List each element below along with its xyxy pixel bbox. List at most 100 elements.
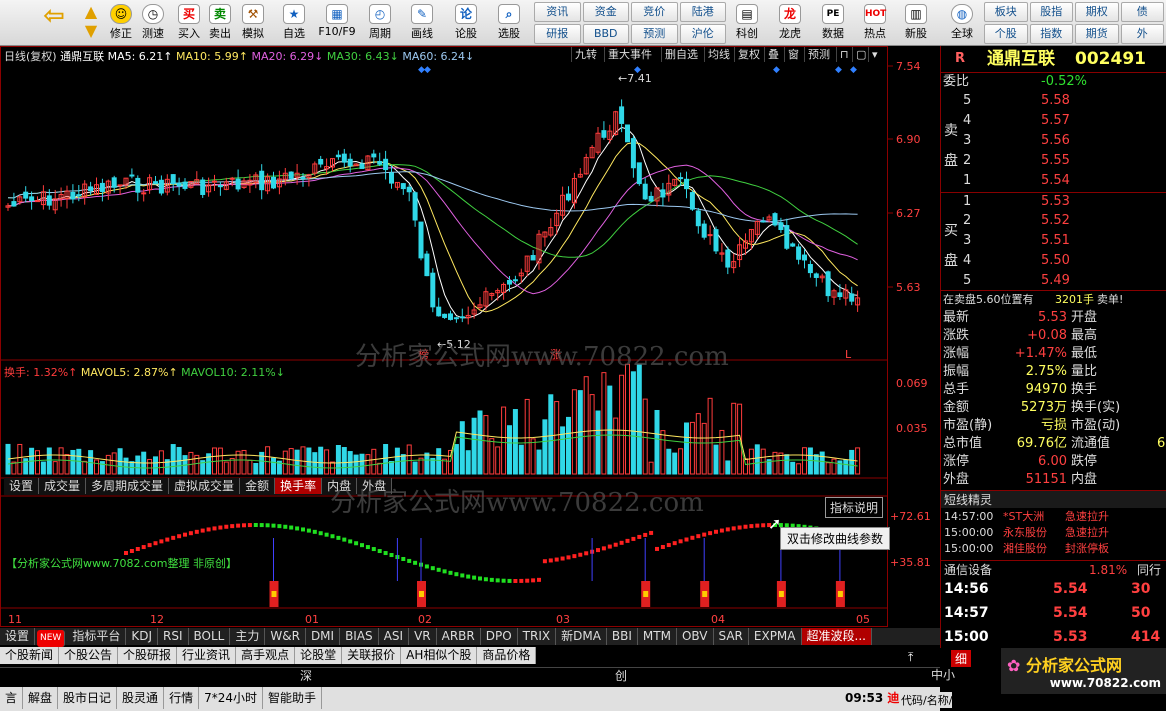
- ind-tab-13[interactable]: DPO: [481, 628, 518, 645]
- ind-tab-8[interactable]: DMI: [306, 628, 341, 645]
- select-button[interactable]: ⌕ 选股: [492, 0, 526, 46]
- predict-button[interactable]: ◷ 测速: [138, 0, 168, 46]
- f10-button[interactable]: ▦ F10/F9: [314, 0, 360, 46]
- grid-zixun[interactable]: 资讯: [534, 2, 581, 22]
- ind-tab-3[interactable]: KDJ: [126, 628, 159, 645]
- new-stock-button[interactable]: ▥ 新股: [900, 0, 932, 46]
- grid-zhai[interactable]: 债: [1120, 2, 1164, 22]
- volume-bar: [288, 448, 294, 475]
- code-search-label[interactable]: 代码/名称/: [901, 692, 953, 708]
- self-button[interactable]: ★ 自选: [278, 0, 310, 46]
- bottom-item-3[interactable]: 股灵通: [117, 687, 165, 709]
- grid-hulun[interactable]: 沪伦: [679, 24, 726, 44]
- elite-title: 短线精灵: [944, 493, 993, 507]
- bottom-item-6[interactable]: 智能助手: [263, 687, 322, 709]
- ind-tab-6[interactable]: 主力: [230, 628, 266, 645]
- grid-qiquan[interactable]: 期权: [1075, 2, 1119, 22]
- info-tab-3[interactable]: 行业资讯: [177, 647, 237, 664]
- ind-tab-18[interactable]: OBV: [677, 628, 714, 645]
- info-tab-7[interactable]: AH相似个股: [401, 647, 478, 664]
- bottom-item-2[interactable]: 股市日记: [58, 687, 118, 709]
- ind-tab-12[interactable]: ARBR: [437, 628, 481, 645]
- dragon-button[interactable]: 龙龙虎: [774, 0, 806, 46]
- period-button[interactable]: ◴ 周期: [364, 0, 396, 46]
- info-tab-1[interactable]: 个股公告: [59, 647, 119, 664]
- bid-level: 4: [963, 253, 972, 268]
- bottom-item-5[interactable]: 7*24小时: [199, 687, 263, 709]
- grid-zijin[interactable]: 资金: [582, 2, 629, 22]
- elite-stock: 永东股份: [1003, 526, 1047, 539]
- volume-bar: [153, 456, 158, 475]
- back-button[interactable]: ⇦: [38, 0, 70, 46]
- bottom-item-4[interactable]: 行情: [164, 687, 200, 709]
- volume-bar: [406, 444, 412, 475]
- grid-wai[interactable]: 外: [1120, 24, 1164, 44]
- ind-tab-16[interactable]: BBI: [607, 628, 638, 645]
- sell-button[interactable]: 卖卖出: [206, 0, 234, 46]
- volume-bar: [601, 372, 607, 475]
- ind-tab-2[interactable]: 指标平台: [67, 628, 127, 645]
- info-tab-6[interactable]: 关联报价: [342, 647, 402, 664]
- vol-tab-volume[interactable]: 成交量: [39, 478, 87, 494]
- grid-bankuai[interactable]: 板块: [984, 2, 1028, 22]
- bottom-item-1[interactable]: 解盘: [23, 687, 59, 709]
- up-down-buttons[interactable]: ▲ ▼: [78, 0, 104, 46]
- ind-tab-0[interactable]: 设置: [0, 628, 36, 645]
- ind-tab-19[interactable]: SAR: [714, 628, 749, 645]
- ind-tab-17[interactable]: MTM: [638, 628, 677, 645]
- global-button[interactable]: ◍ 全球: [942, 0, 982, 46]
- grid-gegu[interactable]: 个股: [984, 24, 1028, 44]
- chart-area[interactable]: 日线(复权) 通鼎互联 MA5: 6.21↑ MA10: 5.99↑ MA20:…: [0, 46, 940, 628]
- elite-item[interactable]: 14:57:00 *ST大洲 急速拉升: [941, 509, 1166, 525]
- vol-tab-settings[interactable]: 设置: [4, 478, 40, 494]
- vol-tab-virtual[interactable]: 虚拟成交量: [169, 478, 241, 494]
- volume-bar: [660, 430, 666, 475]
- hot-button[interactable]: HOT 热点: [858, 0, 892, 46]
- ind-tab-5[interactable]: BOLL: [189, 628, 231, 645]
- science-button[interactable]: ▤ 科创: [730, 0, 764, 46]
- info-tab-2[interactable]: 个股研报: [118, 647, 178, 664]
- vol-tab-turnover[interactable]: 换手率: [275, 478, 323, 494]
- data-button[interactable]: PE 数据: [816, 0, 850, 46]
- grid-zhishu[interactable]: 指数: [1029, 24, 1073, 44]
- grid-bbd[interactable]: BBD: [582, 24, 629, 44]
- vol-tab-amount[interactable]: 金额: [240, 478, 276, 494]
- volume-bar: [489, 438, 495, 475]
- ind-tab-7[interactable]: W&R: [265, 628, 306, 645]
- elite-item[interactable]: 15:00:00 永东股份 急速拉升: [941, 525, 1166, 541]
- candle-body: [778, 222, 784, 231]
- fix-button[interactable]: ☺ 修正: [106, 0, 136, 46]
- draw-button[interactable]: ✎ 画线: [406, 0, 438, 46]
- volume-bar: [819, 451, 825, 475]
- grid-jingjia[interactable]: 竞价: [631, 2, 678, 22]
- detail-tab[interactable]: 细: [951, 650, 972, 667]
- grid-qihuo[interactable]: 期货: [1075, 24, 1119, 44]
- info-tab-0[interactable]: 个股新闻: [0, 647, 60, 664]
- scroll-top-icon[interactable]: ⤒: [908, 650, 930, 664]
- grid-guzhi[interactable]: 股指: [1029, 2, 1073, 22]
- grid-yuce[interactable]: 预测: [631, 24, 678, 44]
- ind-tab-10[interactable]: ASI: [379, 628, 410, 645]
- vol-tab-multi[interactable]: 多周期成交量: [86, 478, 170, 494]
- grid-lugang[interactable]: 陆港: [679, 2, 726, 22]
- info-tab-5[interactable]: 论股堂: [295, 647, 343, 664]
- ind-tab-20[interactable]: EXPMA: [749, 628, 802, 645]
- info-tab-8[interactable]: 商品价格: [477, 647, 537, 664]
- ind-tab-15[interactable]: 新DMA: [556, 628, 607, 645]
- elite-item[interactable]: 15:00:00 湘佳股份 封涨停板: [941, 541, 1166, 557]
- info-tab-4[interactable]: 高手观点: [236, 647, 296, 664]
- sell-icon: 卖: [209, 4, 231, 24]
- ind-tab-9[interactable]: BIAS: [340, 628, 379, 645]
- ind-tab-21[interactable]: 超准波段...: [801, 628, 872, 645]
- ind-tab-1[interactable]: NEW: [37, 630, 66, 647]
- buy-button[interactable]: 买买入: [176, 0, 202, 46]
- stat-label: 总市值: [943, 436, 983, 451]
- sim-button[interactable]: ⚒ 模拟: [238, 0, 268, 46]
- stock-talk-button[interactable]: 论论股: [450, 0, 482, 46]
- bottom-item-0[interactable]: 言: [0, 687, 24, 709]
- ind-tab-4[interactable]: RSI: [158, 628, 189, 645]
- ind-tab-11[interactable]: VR: [409, 628, 437, 645]
- grid-yanbao[interactable]: 研报: [534, 24, 581, 44]
- indicator-explain-button[interactable]: 指标说明: [825, 497, 884, 518]
- ind-tab-14[interactable]: TRIX: [518, 628, 557, 645]
